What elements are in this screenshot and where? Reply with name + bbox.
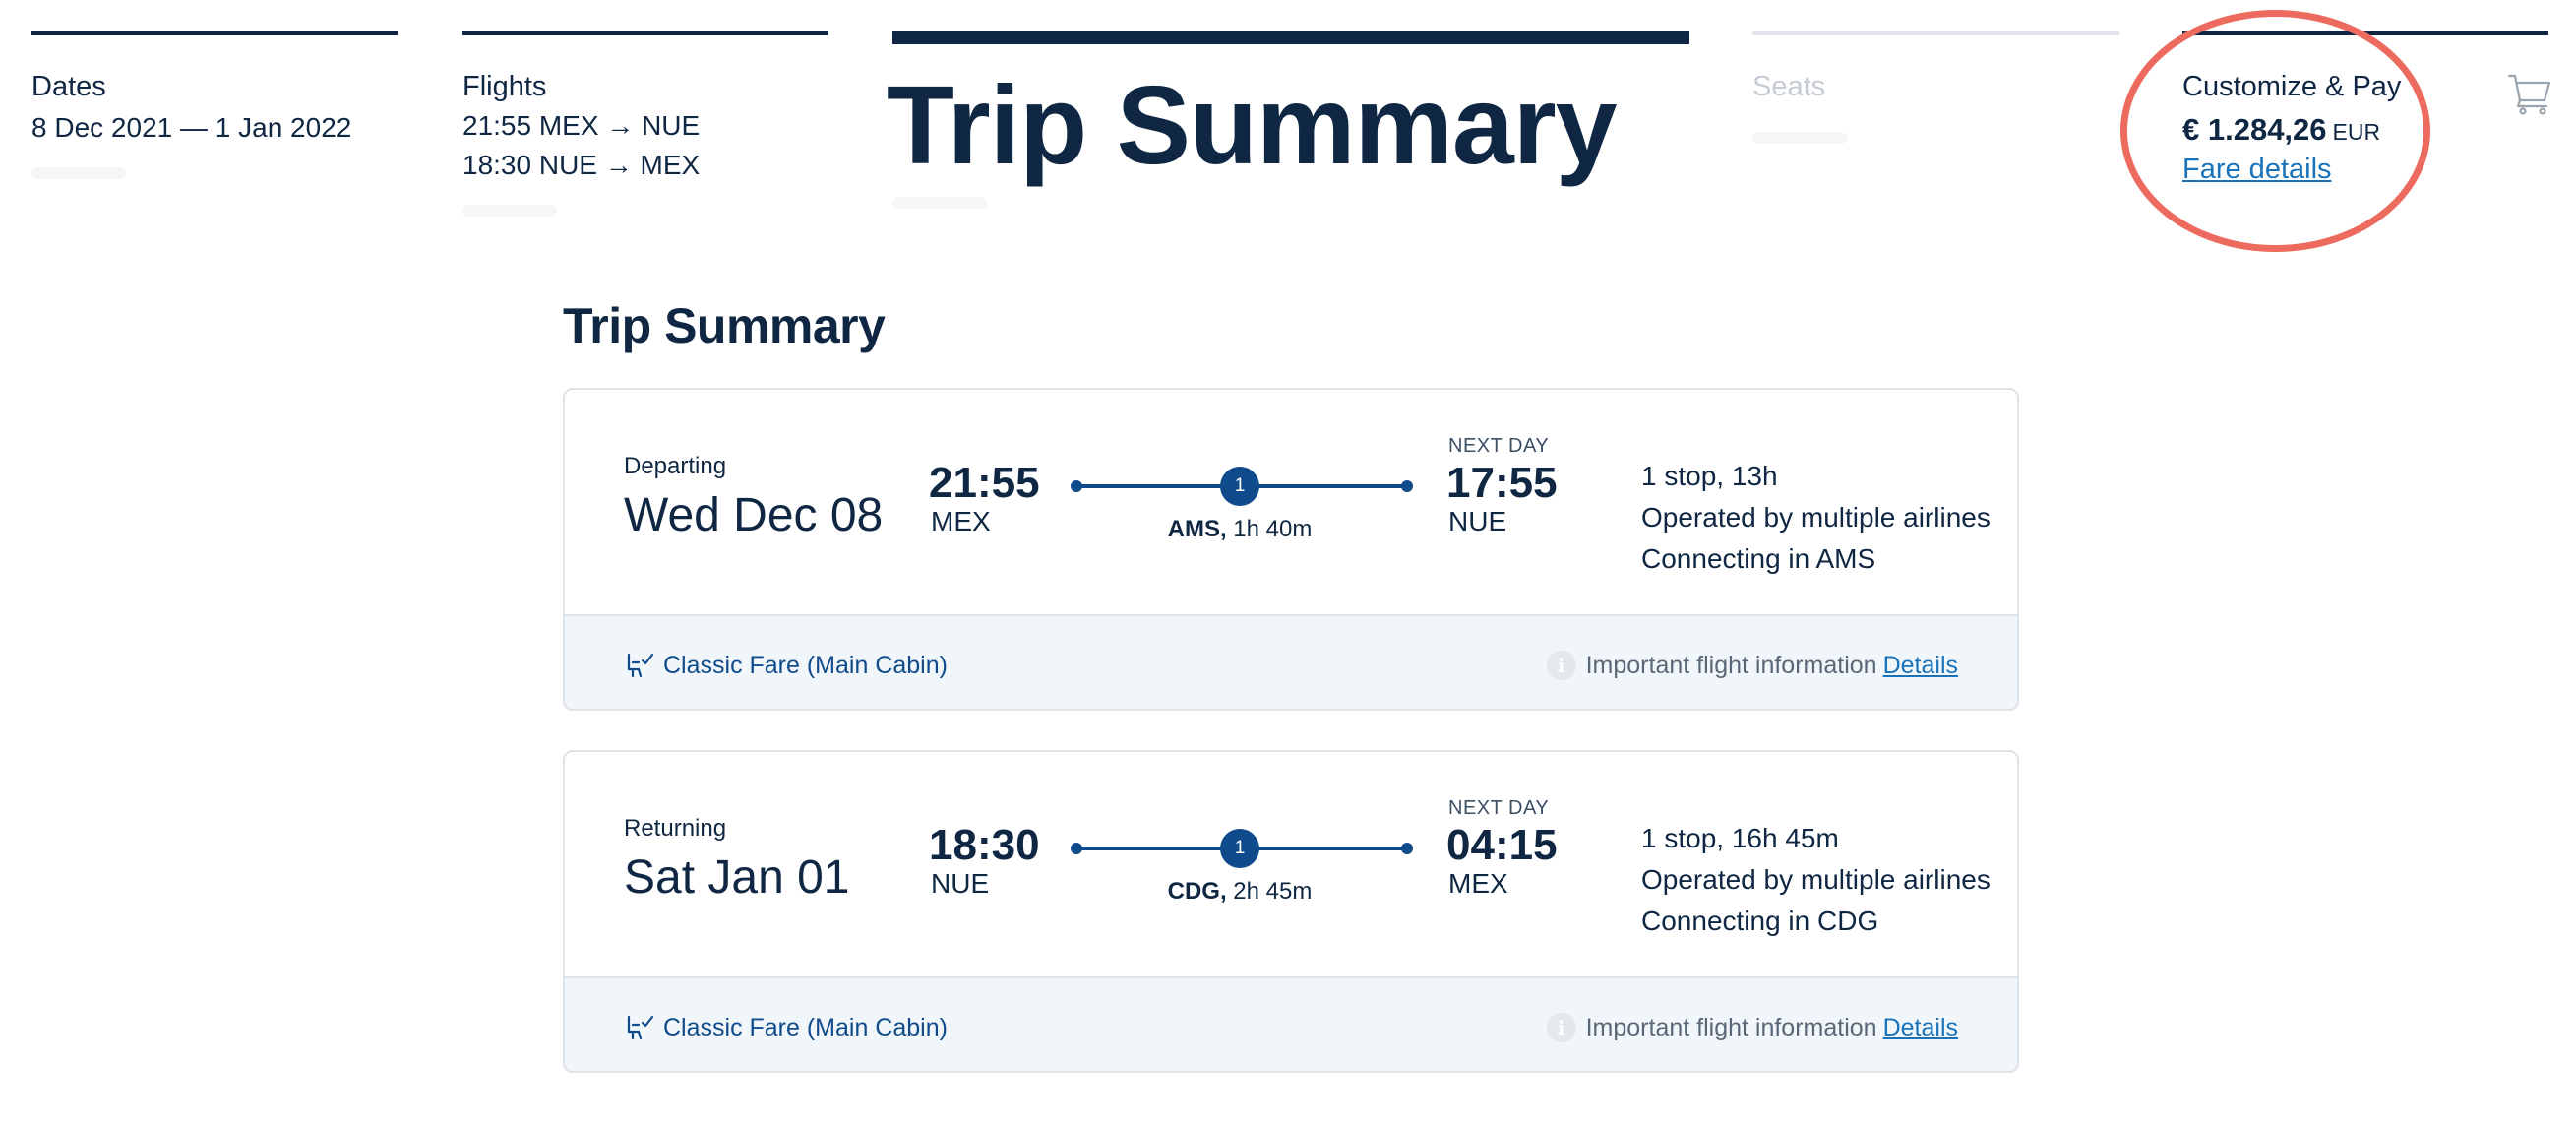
arrival-time: 17:55 xyxy=(1446,459,1558,507)
layover-duration: 2h 45m xyxy=(1233,878,1313,905)
next-day-label: NEXT DAY xyxy=(1448,797,1550,819)
placeholder-bar xyxy=(1752,132,1847,144)
next-day-label: NEXT DAY xyxy=(1448,435,1550,457)
important-info: i Important flight information Details xyxy=(1546,648,1958,683)
flight-card-body: Returning Sat Jan 01 18:30 NUE 1 CDG, 2h… xyxy=(565,752,2017,976)
nav-flight-return: 18:30 NUE → MEX xyxy=(462,150,701,180)
stop-count-badge: 1 xyxy=(1220,829,1259,868)
flight-card-returning: Returning Sat Jan 01 18:30 NUE 1 CDG, 2h… xyxy=(563,750,2019,1073)
connecting-in: Connecting in CDG xyxy=(1641,906,1879,936)
price-amount: € 1.284,26 xyxy=(2182,112,2327,147)
route-destination-dot xyxy=(1401,843,1413,854)
nav-step-title-active: Trip Summary xyxy=(887,63,1618,187)
nav-progress-bar xyxy=(1752,31,2119,35)
flight-date: Wed Dec 08 xyxy=(624,489,884,541)
seat-check-icon xyxy=(627,653,654,678)
info-icon: i xyxy=(1546,651,1576,680)
layover-info: CDG, 2h 45m xyxy=(1086,878,1393,906)
nav-step-title: Customize & Pay xyxy=(2182,71,2402,102)
operated-by: Operated by multiple airlines xyxy=(1641,502,1991,533)
flight-card-footer: Classic Fare (Main Cabin) i Important fl… xyxy=(565,614,2017,709)
nav-progress-bar-active xyxy=(892,31,1689,44)
placeholder-bar xyxy=(892,197,987,209)
price-currency: EUR xyxy=(2332,119,2381,145)
fare-class: Classic Fare (Main Cabin) xyxy=(624,1010,948,1045)
placeholder-bar xyxy=(31,167,126,179)
nav-progress-bar xyxy=(2182,31,2548,35)
flight-card-body: Departing Wed Dec 08 21:55 MEX 1 AMS, 1h… xyxy=(565,390,2017,614)
route-origin-dot xyxy=(1071,843,1082,854)
layover-duration: 1h 40m xyxy=(1233,516,1313,542)
arrival-airport: NUE xyxy=(1448,506,1507,536)
nav-step-title: Seats xyxy=(1752,71,1826,102)
direction-label: Returning xyxy=(624,815,727,842)
nav-step-title: Dates xyxy=(31,71,106,102)
stops-duration: 1 stop, 13h xyxy=(1641,461,1778,491)
route-destination-dot xyxy=(1401,480,1413,492)
fare-class: Classic Fare (Main Cabin) xyxy=(624,648,948,683)
seat-check-icon xyxy=(627,1015,654,1040)
nav-progress-bar xyxy=(462,31,828,35)
direction-label: Departing xyxy=(624,453,727,479)
nav-dates-range: 8 Dec 2021 — 1 Jan 2022 xyxy=(31,112,352,143)
info-text: Important flight information xyxy=(1585,1013,1877,1041)
page-title: Trip Summary xyxy=(563,298,886,353)
important-info: i Important flight information Details xyxy=(1546,1010,1958,1045)
stop-count-badge: 1 xyxy=(1220,467,1259,506)
departure-airport: MEX xyxy=(931,506,991,536)
layover-airport: CDG, xyxy=(1167,878,1227,905)
nav-flight-outbound: 21:55 MEX → NUE xyxy=(462,110,701,141)
fare-name: Classic Fare (Main Cabin) xyxy=(663,651,948,679)
info-text: Important flight information xyxy=(1585,651,1877,679)
nav-step-title: Flights xyxy=(462,71,547,102)
details-link[interactable]: Details xyxy=(1883,1014,1958,1042)
flight-date: Sat Jan 01 xyxy=(624,851,850,904)
fare-name: Classic Fare (Main Cabin) xyxy=(663,1013,948,1041)
layover-info: AMS, 1h 40m xyxy=(1086,516,1393,543)
shopping-cart-icon[interactable] xyxy=(2507,71,2552,116)
stops-duration: 1 stop, 16h 45m xyxy=(1641,823,1839,853)
total-price: € 1.284,26 EUR xyxy=(2182,112,2380,148)
details-link[interactable]: Details xyxy=(1883,652,1958,680)
arrival-time: 04:15 xyxy=(1446,821,1558,869)
operated-by: Operated by multiple airlines xyxy=(1641,864,1991,895)
departure-airport: NUE xyxy=(931,868,990,899)
flight-card-footer: Classic Fare (Main Cabin) i Important fl… xyxy=(565,976,2017,1071)
connecting-in: Connecting in AMS xyxy=(1641,543,1876,574)
layover-airport: AMS, xyxy=(1167,516,1227,542)
departure-time: 21:55 xyxy=(929,459,1040,507)
placeholder-bar xyxy=(462,205,557,217)
arrival-airport: MEX xyxy=(1448,868,1508,899)
info-icon: i xyxy=(1546,1013,1576,1042)
nav-progress-bar xyxy=(31,31,398,35)
departure-time: 18:30 xyxy=(929,821,1040,869)
fare-details-link[interactable]: Fare details xyxy=(2182,154,2332,186)
route-origin-dot xyxy=(1071,480,1082,492)
flight-card-departing: Departing Wed Dec 08 21:55 MEX 1 AMS, 1h… xyxy=(563,388,2019,711)
